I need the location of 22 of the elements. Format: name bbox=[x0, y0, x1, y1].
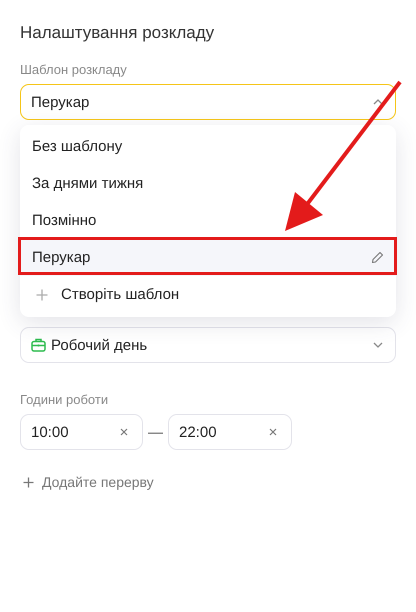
page-title: Налаштування розкладу bbox=[20, 23, 214, 44]
chevron-down-icon bbox=[373, 342, 383, 348]
plus-icon bbox=[23, 476, 34, 488]
range-separator: — bbox=[148, 424, 163, 440]
field-label: Години роботи bbox=[20, 392, 108, 408]
plus-icon bbox=[36, 288, 48, 300]
pencil-icon bbox=[371, 251, 384, 264]
briefcase-icon bbox=[31, 338, 46, 352]
dropdown-option[interactable]: Перукар bbox=[20, 239, 396, 276]
clear-icon bbox=[269, 428, 277, 436]
dropdown-option[interactable]: За днями тижня bbox=[20, 165, 396, 202]
add-break-button[interactable]: Додайте перерву bbox=[20, 474, 154, 490]
clear-icon bbox=[120, 428, 128, 436]
field-label: Шаблон розкладу bbox=[20, 62, 127, 78]
time-field[interactable]: 22:00 bbox=[168, 414, 292, 450]
dropdown-option[interactable]: Без шаблону bbox=[20, 128, 396, 165]
schedule-type-select[interactable]: Робочий день bbox=[20, 327, 396, 363]
template-select[interactable]: Перукар bbox=[20, 84, 396, 120]
chevron-up-icon bbox=[373, 99, 383, 105]
dropdown-option[interactable]: Позмінно bbox=[20, 202, 396, 239]
time-field[interactable]: 10:00 bbox=[20, 414, 143, 450]
create-template-option[interactable]: Створіть шаблон bbox=[20, 276, 396, 313]
